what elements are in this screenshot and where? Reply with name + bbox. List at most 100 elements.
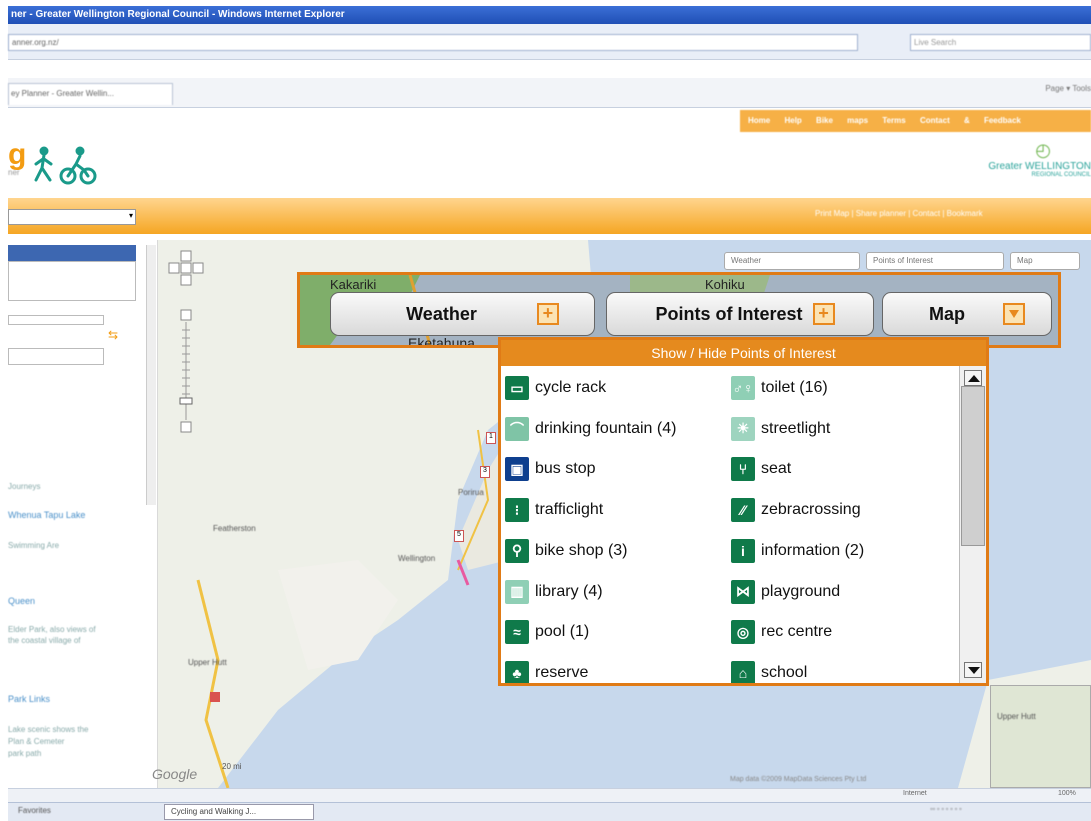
sidebar-selected-row[interactable]	[8, 245, 136, 261]
poi-item[interactable]: ☀ streetlight	[731, 415, 830, 443]
rec-centre-icon[interactable]: ◎	[731, 620, 755, 645]
reserve-icon[interactable]: ♣	[505, 660, 529, 683]
points-of-interest-button[interactable]: Points of Interest +	[606, 292, 874, 336]
mini-poi-button[interactable]: Points of Interest	[866, 252, 1004, 270]
poi-item[interactable]: ⁄⁄ zebracrossing	[731, 496, 861, 524]
bus-icon[interactable]: ▣	[505, 457, 529, 482]
poi-item[interactable]: ⑂ seat	[731, 455, 791, 483]
browser-tab[interactable]: ey Planner - Greater Wellin...	[8, 83, 173, 105]
map-marker-icon[interactable]: 5	[454, 530, 464, 542]
poi-item-label: cycle rack	[535, 379, 607, 396]
nav-item-terms[interactable]: Terms	[882, 116, 905, 125]
nav-item-contact[interactable]: Contact & Feedback	[920, 116, 1021, 125]
info-icon[interactable]: i	[731, 538, 755, 563]
map-label: Kohiku	[705, 277, 745, 292]
map-marker-icon[interactable]	[210, 692, 220, 702]
nav-item-home[interactable]: Home	[748, 116, 770, 125]
sidebar-link-park[interactable]: Park Links	[8, 694, 50, 704]
zoom-level[interactable]: 100%	[1058, 790, 1076, 797]
poi-item[interactable]: ≈ pool (1)	[505, 618, 589, 646]
poi-item[interactable]: ▣ bus stop	[505, 455, 595, 483]
fountain-icon[interactable]: ⌒	[505, 416, 529, 441]
band-links[interactable]: Print Map | Share planner | Contact | Bo…	[815, 209, 1091, 223]
mini-weather-button[interactable]: Weather	[724, 252, 860, 270]
poi-item-label: school	[761, 663, 808, 681]
scroll-down-icon[interactable]	[964, 662, 982, 678]
sidebar-detail: the coastal village of	[8, 636, 81, 645]
to-input[interactable]	[8, 348, 104, 365]
poi-item[interactable]: ⌂ school	[731, 659, 807, 683]
toilet-icon[interactable]: ♂♀	[731, 376, 755, 400]
poi-item[interactable]: i information (2)	[731, 537, 864, 565]
site-nav: Home Help Bike maps Terms Contact & Feed…	[740, 110, 1091, 132]
poi-item-label: bus stop	[535, 460, 596, 478]
screenshot-stage: ner - Greater Wellington Regional Counci…	[0, 0, 1091, 821]
nav-item-help[interactable]: Help	[784, 116, 801, 125]
school-icon[interactable]: ⌂	[731, 660, 755, 683]
poi-item-label: reserve	[535, 663, 589, 681]
sidebar-link-lake[interactable]: Whenua Tapu Lake	[8, 510, 85, 520]
window-title: ner - Greater Wellington Regional Counci…	[8, 6, 1091, 24]
nav-item-bike-maps[interactable]: Bike maps	[816, 116, 868, 125]
poi-item-label: library (4)	[535, 582, 603, 600]
chevron-down-icon: ▾	[128, 211, 133, 220]
status-bar: Internet 100%	[8, 788, 1091, 802]
scroll-thumb[interactable]	[961, 386, 985, 546]
map-type-button[interactable]: Map	[882, 292, 1052, 336]
poi-item-label: playground	[761, 582, 841, 600]
playground-icon[interactable]: ⋈	[731, 579, 755, 604]
streetlight-icon[interactable]: ☀	[731, 416, 755, 441]
scroll-up-icon[interactable]	[964, 370, 982, 386]
swap-icon[interactable]: ⇆	[108, 328, 122, 342]
poi-item-label: drinking fountain (4)	[535, 419, 677, 437]
region-select[interactable]: ▾	[8, 209, 136, 225]
sidebar-detail: Elder Park, also views of	[8, 625, 96, 634]
zebra-icon[interactable]: ⁄⁄	[731, 498, 755, 523]
poi-item[interactable]: ▥ library (4)	[505, 578, 603, 606]
cycle-rack-icon[interactable]: ▭	[505, 376, 529, 400]
poi-item[interactable]: ▭ cycle rack	[505, 374, 606, 402]
poi-item[interactable]: ⚲ bike shop (3)	[505, 537, 628, 565]
map-marker-icon[interactable]: 3	[480, 466, 490, 478]
poi-panel: Show / Hide Points of Interest ▭ cycle ra…	[498, 337, 989, 686]
sidebar-detail: park path	[8, 749, 42, 758]
command-bar[interactable]: Page ▾ Tools	[890, 84, 1091, 100]
overview-map[interactable]: Upper Hutt	[990, 685, 1091, 788]
from-input[interactable]	[8, 315, 104, 325]
sidebar-link-queen[interactable]: Queen	[8, 596, 35, 606]
expand-plus-icon[interactable]: +	[536, 303, 559, 325]
weather-button[interactable]: Weather +	[330, 292, 595, 336]
sidebar-list[interactable]	[8, 261, 136, 301]
poi-item[interactable]: ◎ rec centre	[731, 618, 832, 646]
map-copyright: Map data ©2009 MapData Sciences Pty Ltd	[730, 776, 867, 783]
map-scale: 20 mi	[222, 762, 242, 771]
map-town: Wellington	[398, 554, 436, 563]
map-town: Porirua	[458, 488, 484, 497]
search-input[interactable]: Live Search	[910, 34, 1091, 51]
map-town: Featherston	[213, 524, 256, 533]
trafficlight-icon[interactable]: ⁝	[505, 498, 529, 523]
taskbar-window-button[interactable]: Cycling and Walking J...	[164, 804, 314, 820]
expand-plus-icon[interactable]: +	[812, 303, 835, 325]
poi-item[interactable]: ⋈ playground	[731, 578, 840, 606]
poi-item[interactable]: ♣ reserve	[505, 659, 588, 683]
address-input[interactable]: anner.org.nz/	[8, 34, 858, 51]
poi-item[interactable]: ⁝ trafficlight	[505, 496, 603, 524]
favorites-button[interactable]: Favorites	[18, 806, 158, 819]
bike-shop-icon[interactable]: ⚲	[505, 538, 529, 563]
poi-scrollbar[interactable]	[959, 366, 986, 683]
google-logo: Google	[152, 766, 198, 782]
seat-icon[interactable]: ⑂	[731, 457, 755, 482]
poi-item[interactable]: ♂♀ toilet (16)	[731, 374, 828, 402]
chevron-down-icon[interactable]	[1003, 303, 1025, 325]
map-marker-icon[interactable]: 1	[486, 432, 496, 444]
brand-logo: ◴ Greater WELLINGTON REGIONAL COUNCIL	[960, 140, 1091, 178]
library-icon[interactable]: ▥	[505, 579, 529, 604]
zoom-control[interactable]	[160, 250, 220, 440]
sidebar-scrollbar[interactable]	[146, 245, 156, 505]
pool-icon[interactable]: ≈	[505, 620, 529, 645]
mini-map-button[interactable]: Map	[1010, 252, 1080, 270]
poi-item[interactable]: ⌒ drinking fountain (4)	[505, 415, 676, 443]
map-label-text: Map	[929, 303, 965, 324]
poi-item-label: trafficlight	[535, 501, 604, 519]
